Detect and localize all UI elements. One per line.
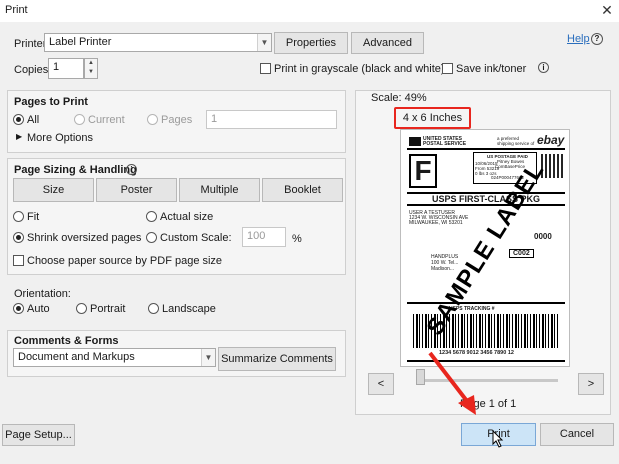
paper-size-badge: 4 x 6 Inches: [394, 107, 471, 129]
comments-select-value: Document and Markups: [18, 351, 135, 363]
chevron-down-icon: ▼: [257, 34, 271, 51]
orientation-landscape-label: Landscape: [162, 303, 216, 315]
paper-source-label: Choose paper source by PDF page size: [27, 255, 223, 267]
title-bar: [0, 0, 619, 22]
orientation-title: Orientation:: [14, 288, 71, 300]
summarize-comments-button[interactable]: Summarize Comments: [218, 347, 336, 371]
recipient-line3: Madison...: [431, 266, 455, 272]
pages-range-radio[interactable]: [147, 114, 158, 125]
copies-label: Copies:: [14, 64, 52, 76]
custom-scale-radio[interactable]: [146, 232, 157, 243]
orientation-portrait-label: Portrait: [90, 303, 126, 315]
label-code-2: C002: [509, 249, 534, 258]
paper-source-checkbox[interactable]: [13, 255, 24, 266]
fit-radio[interactable]: [13, 211, 24, 222]
shrink-label: Shrink oversized pages: [27, 232, 142, 244]
comments-select[interactable]: Document and Markups ▼: [13, 348, 216, 367]
advanced-button[interactable]: Advanced: [351, 32, 424, 54]
grayscale-label: Print in grayscale (black and white): [274, 63, 445, 75]
stepper-down-icon[interactable]: ▼: [85, 68, 97, 77]
pages-current-radio[interactable]: [74, 114, 85, 125]
close-icon[interactable]: ✕: [598, 1, 616, 19]
pages-current-label: Current: [88, 114, 125, 126]
tab-size[interactable]: Size: [13, 178, 94, 202]
class-letter-box: F: [409, 154, 437, 188]
save-ink-checkbox[interactable]: [442, 63, 453, 74]
mouse-cursor-icon: [492, 430, 504, 448]
copies-stepper[interactable]: ▲ ▼: [84, 58, 98, 79]
preferred-text-2: shipping service of: [497, 141, 535, 146]
service-bar: USPS FIRST-CLASS PKG: [407, 192, 565, 206]
info-icon[interactable]: i: [538, 62, 549, 73]
pages-all-label: All: [27, 114, 40, 126]
help-link[interactable]: Help: [567, 33, 590, 45]
more-options-link[interactable]: More Options: [27, 132, 93, 144]
sender-line3: MILWAUKEE, WI 53201: [409, 220, 463, 226]
ebay-logo: ebay: [537, 133, 565, 147]
grayscale-checkbox[interactable]: [260, 63, 271, 74]
tab-poster[interactable]: Poster: [96, 178, 177, 202]
divider: [407, 302, 565, 304]
copies-input[interactable]: 1: [48, 58, 84, 79]
window-title: Print: [5, 4, 28, 16]
orientation-auto-radio[interactable]: [13, 303, 24, 314]
stepper-up-icon[interactable]: ▲: [85, 59, 97, 68]
pages-range-input[interactable]: 1: [206, 110, 337, 129]
printer-select[interactable]: Label Printer ▼: [44, 33, 272, 52]
orientation-landscape-radio[interactable]: [148, 303, 159, 314]
chevron-down-icon: ▼: [201, 349, 215, 366]
shrink-radio[interactable]: [13, 232, 24, 243]
fit-label: Fit: [27, 211, 40, 223]
cancel-button[interactable]: Cancel: [540, 423, 614, 446]
next-page-button[interactable]: >: [578, 373, 604, 395]
annotation-arrow-icon: [428, 351, 476, 415]
save-ink-label: Save ink/toner: [456, 63, 527, 75]
comments-title: Comments & Forms: [14, 335, 119, 347]
tab-booklet[interactable]: Booklet: [262, 178, 343, 202]
custom-scale-input[interactable]: 100: [242, 227, 286, 247]
scale-readout: Scale: 49%: [371, 92, 427, 104]
orientation-auto-label: Auto: [27, 303, 50, 315]
percent-label: %: [292, 233, 302, 245]
page-sizing-title: Page Sizing & Handling: [14, 164, 137, 176]
custom-scale-label: Custom Scale:: [160, 232, 232, 244]
label-code-1: 0000: [534, 232, 552, 241]
label-preview: UNITED STATES POSTAL SERVICE a preferred…: [400, 129, 570, 367]
actual-size-radio[interactable]: [146, 211, 157, 222]
pages-all-radio[interactable]: [13, 114, 24, 125]
printer-select-value: Label Printer: [49, 36, 112, 48]
page-setup-button[interactable]: Page Setup...: [2, 424, 75, 446]
actual-size-label: Actual size: [160, 211, 214, 223]
usps-eagle-icon: [409, 137, 421, 146]
properties-button[interactable]: Properties: [274, 32, 348, 54]
info-icon[interactable]: i: [126, 164, 137, 175]
help-icon[interactable]: ?: [591, 33, 603, 45]
tab-multiple[interactable]: Multiple: [179, 178, 260, 202]
pages-range-label: Pages: [161, 114, 193, 126]
pages-to-print-title: Pages to Print: [14, 96, 88, 108]
prev-page-button[interactable]: <: [368, 373, 394, 395]
orientation-portrait-radio[interactable]: [76, 303, 87, 314]
usps-line2: POSTAL SERVICE: [423, 141, 467, 147]
expand-triangle-icon[interactable]: ▶: [16, 132, 22, 141]
